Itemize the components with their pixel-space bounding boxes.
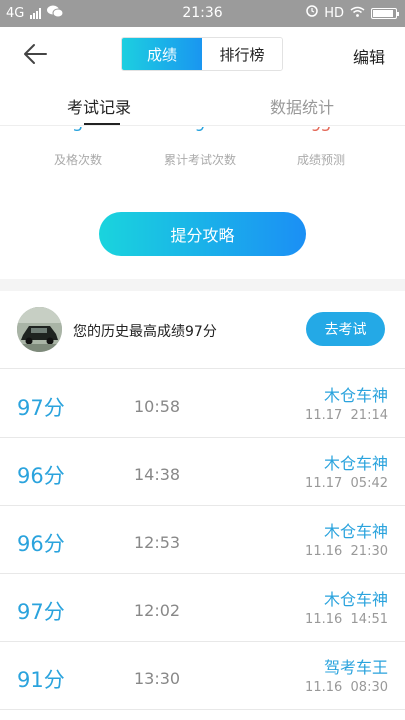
stat-label: 及格次数 bbox=[53, 153, 102, 167]
record-score: 96分 bbox=[17, 464, 65, 488]
record-score: 97分 bbox=[17, 600, 65, 624]
record-duration: 12:02 bbox=[134, 601, 181, 620]
back-arrow-icon[interactable] bbox=[22, 41, 48, 67]
record-examinee-name: 木仓车神 bbox=[323, 454, 388, 473]
stat-value: 95 bbox=[261, 127, 381, 135]
hd-label: HD bbox=[324, 5, 344, 21]
best-score-text: 您的历史最高成绩97分 bbox=[73, 324, 217, 340]
stat-label: 成绩预测 bbox=[296, 153, 345, 167]
record-duration: 10:58 bbox=[134, 397, 181, 416]
wifi-icon bbox=[350, 6, 365, 21]
exam-record-row[interactable]: 96分 14:38 木仓车神 11.17 05:42 bbox=[0, 438, 405, 506]
exam-record-row[interactable]: 91分 13:30 驾考车王 11.16 08:30 bbox=[0, 642, 405, 710]
record-examinee-name: 木仓车神 bbox=[323, 590, 388, 609]
tab-indicator bbox=[84, 123, 120, 125]
take-exam-button[interactable]: 去考试 bbox=[306, 312, 385, 346]
segment-leaderboard[interactable]: 排行榜 bbox=[202, 38, 282, 70]
record-examinee-name: 木仓车神 bbox=[323, 386, 388, 405]
tab-exam-records[interactable]: 考试记录 bbox=[67, 94, 131, 118]
record-date: 11.17 21:14 bbox=[305, 408, 388, 423]
record-date: 11.17 05:42 bbox=[305, 476, 388, 491]
record-examinee-name: 木仓车神 bbox=[323, 522, 388, 541]
segmented-control: 成绩 排行榜 bbox=[121, 37, 283, 71]
record-date: 11.16 14:51 bbox=[305, 612, 388, 627]
top-nav: 成绩 排行榜 编辑 bbox=[0, 27, 405, 82]
stat-label: 累计考试次数 bbox=[163, 153, 236, 167]
exam-record-row[interactable]: 97分 10:58 木仓车神 11.17 21:14 bbox=[0, 370, 405, 438]
section-divider bbox=[0, 279, 405, 291]
avatar bbox=[17, 307, 62, 352]
segment-score[interactable]: 成绩 bbox=[122, 38, 202, 70]
record-examinee-name: 驾考车王 bbox=[323, 658, 388, 677]
record-duration: 12:53 bbox=[134, 533, 181, 552]
status-bar: 4G 21:36 HD bbox=[0, 0, 405, 27]
record-date: 11.16 08:30 bbox=[305, 680, 388, 695]
record-duration: 13:30 bbox=[134, 669, 181, 688]
best-score-row: 您的历史最高成绩97分 去考试 bbox=[0, 291, 405, 369]
stat-value: 5 bbox=[18, 127, 138, 135]
battery-icon bbox=[371, 7, 399, 19]
exam-record-row[interactable]: 97分 12:02 木仓车神 11.16 14:51 bbox=[0, 574, 405, 642]
edit-button[interactable]: 编辑 bbox=[353, 44, 385, 68]
tab-data-statistics[interactable]: 数据统计 bbox=[270, 94, 334, 118]
record-date: 11.16 21:30 bbox=[305, 544, 388, 559]
exam-record-row[interactable]: 96分 12:53 木仓车神 11.16 21:30 bbox=[0, 506, 405, 574]
record-score: 97分 bbox=[17, 396, 65, 420]
record-score: 96分 bbox=[17, 532, 65, 556]
record-duration: 14:38 bbox=[134, 465, 181, 484]
improve-tips-button[interactable]: 提分攻略 bbox=[99, 212, 306, 256]
tab-bar: 考试记录 数据统计 bbox=[0, 82, 405, 126]
stat-value: 9 bbox=[140, 127, 260, 135]
record-score: 91分 bbox=[17, 668, 65, 692]
stats-panel: 5 及格次数 9 累计考试次数 95 成绩预测 bbox=[0, 127, 405, 207]
alarm-icon bbox=[306, 5, 318, 21]
